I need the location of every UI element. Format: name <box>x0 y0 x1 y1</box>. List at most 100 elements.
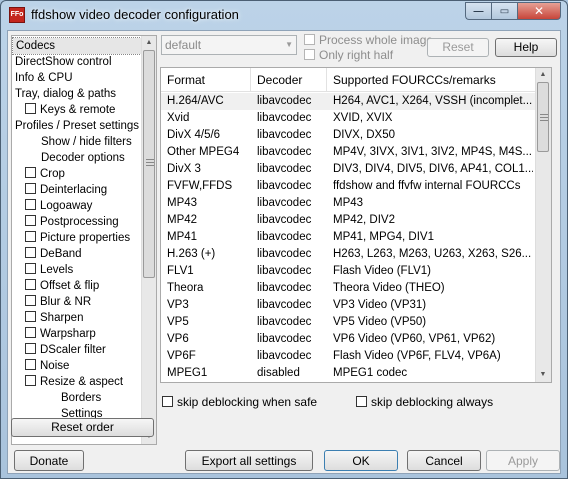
filter-checkbox[interactable] <box>25 375 36 386</box>
tree-item[interactable]: Sharpen <box>25 310 83 326</box>
process-whole-image-option[interactable]: Process whole image <box>304 33 433 47</box>
filter-checkbox[interactable] <box>25 295 36 306</box>
table-row[interactable]: Other MPEG4 libavcodec MP4V, 3IVX, 3IV1, 3… <box>161 144 535 161</box>
table-row[interactable]: MP42 libavcodec MP42, DIV2 <box>161 212 535 229</box>
scroll-up-arrow-icon[interactable]: ▲ <box>536 68 550 82</box>
table-row[interactable]: MPEG1 disabled MPEG1 codec <box>161 365 535 382</box>
checkbox[interactable] <box>162 396 173 407</box>
table-row[interactable]: DivX 3 libavcodec DIV3, DIV4, DIV5, DIV6, … <box>161 161 535 178</box>
grip-line <box>540 117 548 118</box>
filter-checkbox[interactable] <box>25 199 36 210</box>
tree-item[interactable]: Offset & flip <box>25 278 99 294</box>
codec-table[interactable]: Format Decoder Supported FOURCCs/remarks… <box>160 67 552 383</box>
tree-item[interactable]: DScaler filter <box>25 342 106 358</box>
reset-preset-button[interactable]: Reset <box>427 38 489 57</box>
tree-item[interactable]: Tray, dialog & paths <box>15 86 116 102</box>
table-row[interactable]: VP6 libavcodec VP6 Video (VP60, VP61, VP62… <box>161 331 535 348</box>
table-row[interactable]: H.263 (+) libavcodec H263, L263, M263, U26… <box>161 246 535 263</box>
table-row[interactable]: DivX 4/5/6 libavcodec DIVX, DX50 <box>161 127 535 144</box>
column-divider[interactable] <box>250 68 251 92</box>
apply-button[interactable]: Apply <box>486 450 560 471</box>
tree-scrollbar[interactable]: ▲ ▼ <box>141 36 156 444</box>
cancel-button[interactable]: Cancel <box>407 450 481 471</box>
tree-item[interactable]: Resize & aspect <box>25 374 123 390</box>
checkbox[interactable] <box>304 34 315 45</box>
column-header-format[interactable]: Format <box>167 73 205 87</box>
filter-checkbox[interactable] <box>25 167 36 178</box>
ffdshow-app-icon[interactable]: FFo <box>9 7 25 23</box>
filter-checkbox[interactable] <box>25 279 36 290</box>
ok-button[interactable]: OK <box>324 450 398 471</box>
cell-format: Other MPEG4 <box>167 146 240 158</box>
tree-item[interactable]: Noise <box>25 358 69 374</box>
filter-checkbox[interactable] <box>25 183 36 194</box>
minimize-button[interactable]: — <box>465 2 491 20</box>
reset-order-button[interactable]: Reset order <box>11 418 154 437</box>
filter-checkbox[interactable] <box>25 263 36 274</box>
minimize-icon: — <box>473 5 484 17</box>
cell-format: FVFW,FFDS <box>167 180 233 192</box>
preset-combo[interactable]: default ▼ <box>161 35 297 55</box>
tree-item[interactable]: Borders <box>61 390 101 406</box>
table-row[interactable]: VP5 libavcodec VP5 Video (VP50) <box>161 314 535 331</box>
filter-checkbox[interactable] <box>25 231 36 242</box>
filter-checkbox[interactable] <box>25 343 36 354</box>
table-row[interactable]: VP6F libavcodec Flash Video (VP6F, FLV4, V… <box>161 348 535 365</box>
tree-item[interactable]: Levels <box>25 262 73 278</box>
help-button[interactable]: Help <box>495 38 557 57</box>
table-scroll-thumb[interactable] <box>537 82 549 152</box>
column-divider[interactable] <box>326 68 327 92</box>
table-row[interactable]: H.264/AVC libavcodec H264, AVC1, X264, VSS… <box>161 93 535 110</box>
maximize-button[interactable]: ▭ <box>491 2 517 20</box>
filter-checkbox[interactable] <box>25 215 36 226</box>
scroll-up-arrow-icon[interactable]: ▲ <box>142 36 156 50</box>
column-header-decoder[interactable]: Decoder <box>257 73 302 87</box>
cell-decoder: libavcodec <box>257 112 312 124</box>
grip-line <box>146 159 154 160</box>
table-scrollbar[interactable]: ▲ ▼ <box>535 68 551 382</box>
table-row[interactable]: Xvid libavcodec XVID, XVIX <box>161 110 535 127</box>
tree-item-label: Show / hide filters <box>41 136 132 148</box>
table-row[interactable]: Theora libavcodec Theora Video (THEO) <box>161 280 535 297</box>
tree-item[interactable]: Decoder options <box>41 150 125 166</box>
table-row[interactable]: FVFW,FFDS libavcodec ffdshow and ffvfw int… <box>161 178 535 195</box>
table-row[interactable]: VP3 libavcodec VP3 Video (VP31) <box>161 297 535 314</box>
close-button[interactable]: ✕ <box>517 2 561 20</box>
tree-item[interactable]: Warpsharp <box>25 326 96 342</box>
settings-tree[interactable]: Settings Borders Resize & aspect Noise DScal… <box>11 35 157 445</box>
column-header-remarks[interactable]: Supported FOURCCs/remarks <box>333 73 496 87</box>
tree-item[interactable]: Picture properties <box>25 230 130 246</box>
tree-item[interactable]: DirectShow control <box>15 54 112 70</box>
tree-item[interactable]: Crop <box>25 166 65 182</box>
filter-checkbox[interactable] <box>25 327 36 338</box>
tree-item[interactable]: DeBand <box>25 246 82 262</box>
scroll-down-arrow-icon[interactable]: ▼ <box>536 368 550 382</box>
checkbox[interactable] <box>356 396 367 407</box>
tree-item[interactable]: Postprocessing <box>25 214 119 230</box>
tree-item[interactable]: Logoaway <box>25 198 92 214</box>
filter-checkbox[interactable] <box>25 103 36 114</box>
tree-scroll-thumb[interactable] <box>143 50 155 278</box>
tree-item[interactable]: Info & CPU <box>15 70 73 86</box>
filter-checkbox[interactable] <box>25 247 36 258</box>
only-right-half-option[interactable]: Only right half <box>304 48 393 62</box>
skip-deblocking-always-option[interactable]: skip deblocking always <box>356 395 493 409</box>
grip-line <box>540 120 548 121</box>
donate-button[interactable]: Donate <box>14 450 84 471</box>
filter-checkbox[interactable] <box>25 359 36 370</box>
skip-deblocking-safe-label: skip deblocking when safe <box>177 395 318 409</box>
tree-item[interactable]: Deinterlacing <box>25 182 107 198</box>
tree-item[interactable]: Codecs <box>12 37 142 55</box>
table-row[interactable]: MP41 libavcodec MP41, MPG4, DIV1 <box>161 229 535 246</box>
skip-deblocking-safe-option[interactable]: skip deblocking when safe <box>162 395 317 409</box>
tree-item[interactable]: Blur & NR <box>25 294 91 310</box>
checkbox[interactable] <box>304 49 315 60</box>
export-all-settings-button[interactable]: Export all settings <box>185 450 313 471</box>
filter-checkbox[interactable] <box>25 311 36 322</box>
tree-item[interactable]: Keys & remote <box>25 102 115 118</box>
title-bar[interactable]: FFo ffdshow video decoder configuration … <box>1 1 567 29</box>
tree-item[interactable]: Show / hide filters <box>41 134 132 150</box>
tree-item[interactable]: Profiles / Preset settings <box>15 118 139 134</box>
table-row[interactable]: MP43 libavcodec MP43 <box>161 195 535 212</box>
table-row[interactable]: FLV1 libavcodec Flash Video (FLV1) <box>161 263 535 280</box>
